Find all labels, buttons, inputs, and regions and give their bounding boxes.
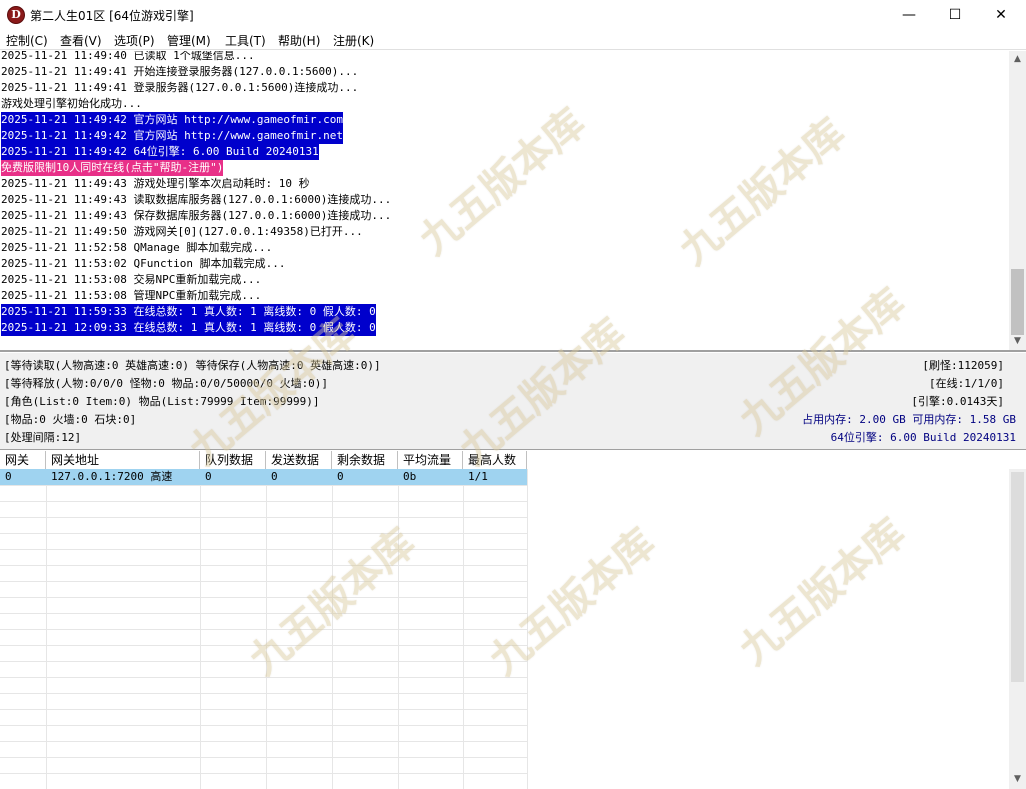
grid-column-line	[266, 469, 267, 789]
menu-options[interactable]: 选项(P)	[114, 32, 155, 49]
grid-scrollbar[interactable]: ▼	[1009, 469, 1026, 789]
status-roles: [角色(List:0 Item:0) 物品(List:79999 Item:99…	[4, 395, 320, 408]
grid-header: 网关 网关地址 队列数据 发送数据 剩余数据 平均流量 最高人数	[0, 451, 527, 470]
log-line: 免费版限制10人同时在线(点击"帮助-注册")	[1, 160, 224, 176]
cell-remaining-data: 0	[337, 470, 344, 483]
log-line: 2025-11-21 11:49:43 读取数据库服务器(127.0.0.1:6…	[1, 193, 392, 206]
menu-control[interactable]: 控制(C)	[6, 32, 48, 49]
log-line: 2025-11-21 11:53:08 管理NPC重新加载完成...	[1, 289, 262, 302]
log-line: 2025-11-21 11:49:42 官方网站 http://www.game…	[1, 112, 344, 128]
log-line: 2025-11-21 11:53:08 交易NPC重新加载完成...	[1, 273, 262, 286]
status-memory: 占用内存: 2.00 GB 可用内存: 1.58 GB	[802, 413, 1016, 426]
menu-help[interactable]: 帮助(H)	[278, 32, 320, 49]
grid-row-line	[0, 613, 527, 614]
grid-row-line	[0, 773, 527, 774]
log-scrollbar[interactable]: ▲ ▼	[1009, 51, 1026, 350]
grid-row-line	[0, 709, 527, 710]
scroll-up-arrow-icon[interactable]: ▲	[1009, 51, 1026, 68]
menu-bar: 控制(C) 查看(V) 选项(P) 管理(M) 工具(T) 帮助(H) 注册(K…	[0, 30, 1026, 50]
grid-scroll-down-arrow-icon[interactable]: ▼	[1009, 771, 1026, 788]
app-icon-letter: D	[11, 8, 21, 21]
status-interval: [处理间隔:12]	[4, 431, 82, 444]
cell-gateway-address: 127.0.0.1:7200 高速	[51, 470, 173, 483]
log-panel[interactable]: 2025-11-21 11:49:40 已读取 1个城堡信息... 2025-11…	[0, 51, 1026, 352]
table-row[interactable]: 0 127.0.0.1:7200 高速 0 0 0 0b 1/1	[0, 469, 527, 485]
close-button[interactable]: ✕	[978, 0, 1024, 30]
maximize-button[interactable]: ☐	[932, 0, 978, 30]
grid-column-line	[398, 469, 399, 789]
status-wait-release: [等待释放(人物:0/0/0 怪物:0 物品:0/0/50000/0 火墙:0)…	[4, 377, 329, 390]
grid-row-line	[0, 677, 527, 678]
log-line: 2025-11-21 11:53:02 QFunction 脚本加载完成...	[1, 257, 286, 270]
grid-column-line	[332, 469, 333, 789]
log-line: 2025-11-21 11:49:40 已读取 1个城堡信息...	[1, 51, 255, 62]
cell-queue-data: 0	[205, 470, 212, 483]
col-send-data[interactable]: 发送数据	[266, 451, 332, 469]
menu-view[interactable]: 查看(V)	[60, 32, 102, 49]
grid-column-line	[200, 469, 201, 789]
log-line: 2025-11-21 11:49:50 游戏网关[0](127.0.0.1:49…	[1, 225, 363, 238]
grid-row-line	[0, 485, 527, 486]
grid-row-line	[0, 549, 527, 550]
app-icon[interactable]: D	[7, 6, 25, 24]
log-line: 2025-11-21 11:49:41 开始连接登录服务器(127.0.0.1:…	[1, 65, 359, 78]
grid-row-line	[0, 757, 527, 758]
status-monster-spawn: [刷怪:112059]	[922, 359, 1004, 372]
log-line: 2025-11-21 11:49:42 官方网站 http://www.game…	[1, 128, 344, 144]
grid-row-line	[0, 597, 527, 598]
col-remaining-data[interactable]: 剩余数据	[332, 451, 398, 469]
log-scroll-thumb[interactable]	[1011, 269, 1024, 335]
status-engine-version: 64位引擎: 6.00 Build 20240131	[830, 431, 1016, 444]
grid-row-line	[0, 565, 527, 566]
log-line: 2025-11-21 11:49:42 64位引擎: 6.00 Build 20…	[1, 144, 319, 160]
grid-row-line	[0, 741, 527, 742]
status-online: [在线:1/1/0]	[929, 377, 1004, 390]
cell-avg-traffic: 0b	[403, 470, 417, 483]
grid-row-line	[0, 533, 527, 534]
grid-row-line	[0, 661, 527, 662]
cell-max-players: 1/1	[468, 470, 488, 483]
menu-tools[interactable]: 工具(T)	[225, 32, 266, 49]
status-engine-uptime: [引擎:0.0143天]	[911, 395, 1004, 408]
status-wait-read: [等待读取(人物高速:0 英雄高速:0) 等待保存(人物高速:0 英雄高速:0)…	[4, 359, 381, 372]
status-panel: [等待读取(人物高速:0 英雄高速:0) 等待保存(人物高速:0 英雄高速:0)…	[0, 353, 1026, 450]
col-queue-data[interactable]: 队列数据	[200, 451, 266, 469]
log-line: 2025-11-21 11:52:58 QManage 脚本加载完成...	[1, 241, 273, 254]
status-items: [物品:0 火墙:0 石块:0]	[4, 413, 137, 426]
log-line: 2025-11-21 11:49:43 保存数据库服务器(127.0.0.1:6…	[1, 209, 392, 222]
grid-row-line	[0, 693, 527, 694]
log-line: 2025-11-21 12:09:33 在线总数: 1 真人数: 1 离线数: …	[1, 320, 376, 336]
grid-column-line	[527, 469, 528, 789]
log-line: 2025-11-21 11:49:43 游戏处理引擎本次启动耗时: 10 秒	[1, 177, 310, 190]
grid-column-line	[463, 469, 464, 789]
grid-row-line	[0, 629, 527, 630]
col-avg-traffic[interactable]: 平均流量	[398, 451, 463, 469]
grid-scroll-thumb[interactable]	[1011, 472, 1024, 682]
grid-row-line	[0, 501, 527, 502]
col-gateway-address[interactable]: 网关地址	[46, 451, 200, 469]
log-line: 2025-11-21 11:49:41 登录服务器(127.0.0.1:5600…	[1, 81, 359, 94]
menu-register[interactable]: 注册(K)	[333, 32, 374, 49]
grid-row-line	[0, 581, 527, 582]
grid-row-line	[0, 517, 527, 518]
scroll-down-arrow-icon[interactable]: ▼	[1009, 333, 1026, 350]
cell-gateway: 0	[5, 470, 12, 483]
col-max-players[interactable]: 最高人数	[463, 451, 527, 469]
log-line: 游戏处理引擎初始化成功...	[1, 97, 142, 110]
window-title: 第二人生01区 [64位游戏引擎]	[30, 9, 194, 23]
log-line: 2025-11-21 11:59:33 在线总数: 1 真人数: 1 离线数: …	[1, 304, 376, 320]
col-gateway[interactable]: 网关	[0, 451, 46, 469]
cell-send-data: 0	[271, 470, 278, 483]
grid-column-line	[46, 469, 47, 789]
title-bar[interactable]: D 第二人生01区 [64位游戏引擎] — ☐ ✕	[0, 0, 1026, 30]
grid-row-line	[0, 645, 527, 646]
minimize-button[interactable]: —	[886, 0, 932, 30]
menu-manage[interactable]: 管理(M)	[167, 32, 211, 49]
gateway-grid[interactable]: 网关 网关地址 队列数据 发送数据 剩余数据 平均流量 最高人数 0 127.0…	[0, 451, 1026, 789]
grid-row-line	[0, 725, 527, 726]
